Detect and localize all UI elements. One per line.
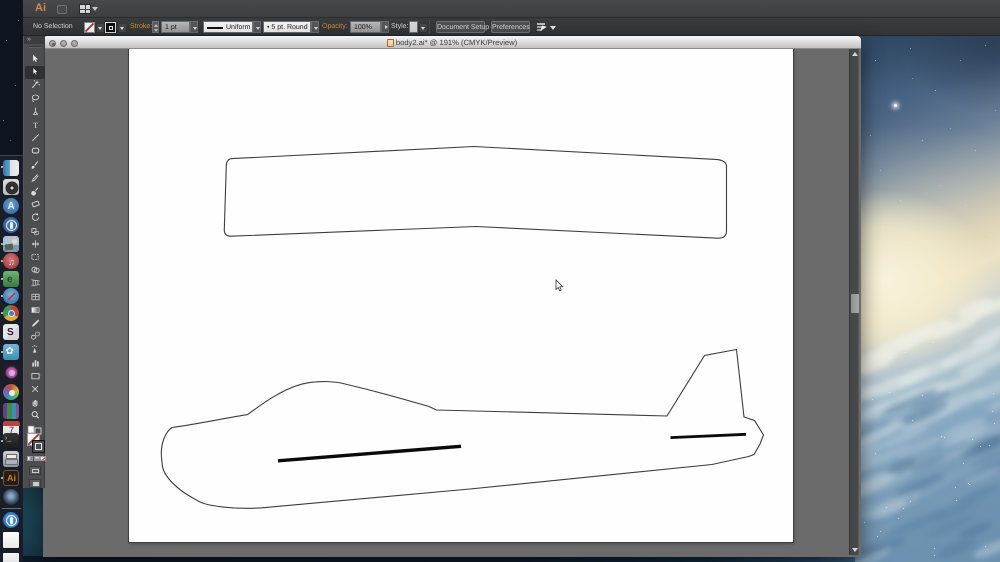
svg-text:T: T <box>33 121 38 130</box>
